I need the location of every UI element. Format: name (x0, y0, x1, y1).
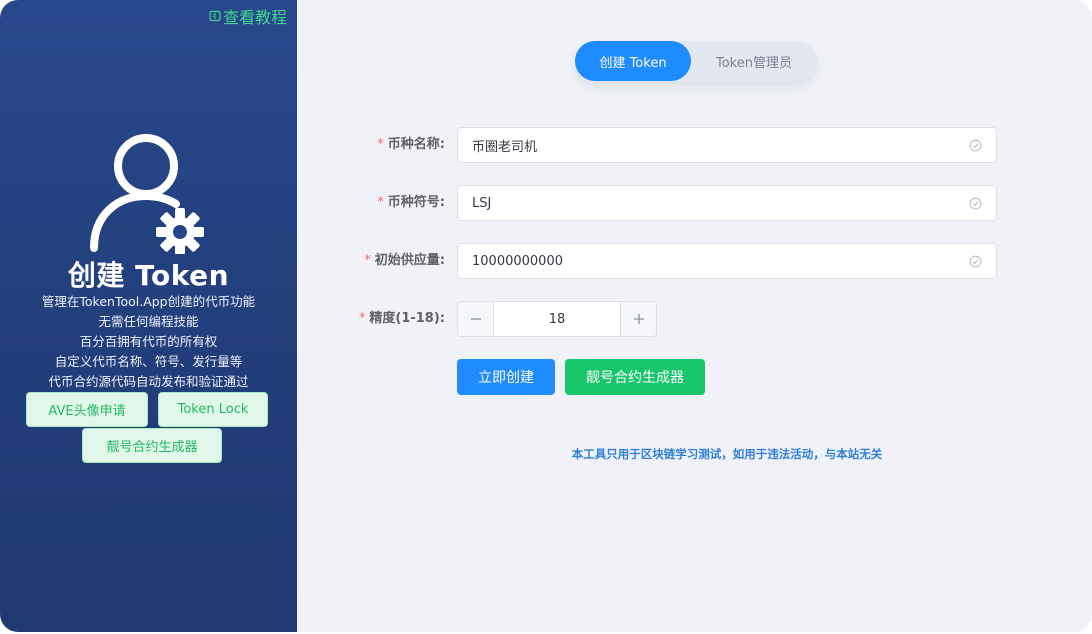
name-label: * 币种名称: (377, 127, 445, 163)
symbol-label-text: 币种符号: (387, 195, 445, 210)
token-lock-button[interactable]: Token Lock (158, 392, 268, 427)
vanity-generator-button[interactable]: 靓号合约生成器 (565, 359, 705, 395)
required-mark: * (358, 311, 366, 326)
main-panel: 创建 Token Token管理员 * 币种名称: 币圈老司机 * 币种符号: LS… (297, 0, 1092, 632)
sidebar-vanity-generator-button[interactable]: 靓号合约生成器 (82, 428, 222, 463)
tab-switcher: 创建 Token Token管理员 (575, 41, 817, 81)
token-name-input[interactable]: 币圈老司机 (457, 127, 997, 163)
required-mark: * (377, 137, 384, 152)
minus-icon (470, 318, 481, 320)
feature-list: 管理在TokenTool.App创建的代币功能 无需任何编程技能 百分百拥有代币… (0, 292, 297, 392)
initial-supply-input[interactable]: 10000000000 (457, 243, 997, 279)
check-circle-icon (969, 139, 982, 151)
token-symbol-value: LSJ (472, 195, 492, 211)
feature-item: 管理在TokenTool.App创建的代币功能 (41, 294, 256, 309)
decrement-button[interactable] (458, 302, 494, 336)
plus-icon (633, 314, 644, 324)
supply-label-text: 初始供应量: (374, 253, 445, 268)
form-row-name: * 币种名称: 币圈老司机 (297, 127, 1092, 163)
tutorial-link[interactable]: 查看教程 (209, 4, 287, 28)
tab-create-token[interactable]: 创建 Token (575, 41, 691, 81)
token-symbol-input[interactable]: LSJ (457, 185, 997, 221)
required-mark: * (377, 195, 384, 210)
initial-supply-value: 10000000000 (472, 253, 563, 269)
decimals-value[interactable]: 18 (494, 302, 620, 336)
supply-label: * 初始供应量: (364, 243, 445, 279)
decimals-stepper[interactable]: 18 (457, 301, 657, 337)
token-name-value: 币圈老司机 (472, 139, 538, 155)
user-gear-icon (90, 134, 204, 254)
form-row-supply: * 初始供应量: 10000000000 (297, 243, 1092, 279)
create-now-button[interactable]: 立即创建 (457, 359, 555, 395)
check-circle-icon (969, 255, 982, 267)
name-label-text: 币种名称: (387, 137, 445, 152)
decimals-label: * 精度(1-18): (359, 301, 445, 337)
disclaimer-text: 本工具只用于区块链学习测试，如用于违法活动，与本站无关 (571, 447, 883, 461)
form-row-decimals: * 精度(1-18): 18 (297, 301, 1092, 337)
tab-token-admin[interactable]: Token管理员 (691, 41, 817, 81)
feature-item: 代币合约源代码自动发布和验证通过 (48, 374, 249, 389)
tutorial-link-label: 查看教程 (222, 8, 287, 27)
feature-item: 百分百拥有代币的所有权 (79, 334, 218, 349)
app-window: 查看教程 创建 Token 管理在TokenTool.App创建的代币功能 无需… (0, 0, 1092, 632)
ave-avatar-button[interactable]: AVE头像申请 (26, 392, 148, 427)
required-mark: * (364, 253, 371, 268)
decimals-label-text: 精度(1-18): (369, 311, 445, 326)
hero-title: 创建 Token (67, 259, 230, 292)
symbol-label: * 币种符号: (377, 185, 445, 221)
sidebar: 查看教程 创建 Token 管理在TokenTool.App创建的代币功能 无需… (0, 0, 297, 632)
form-row-symbol: * 币种符号: LSJ (297, 185, 1092, 221)
feature-item: 无需任何编程技能 (98, 314, 199, 329)
book-icon (209, 10, 221, 22)
check-circle-icon (969, 197, 982, 209)
feature-item: 自定义代币名称、符号、发行量等 (54, 354, 243, 369)
increment-button[interactable] (620, 302, 656, 336)
